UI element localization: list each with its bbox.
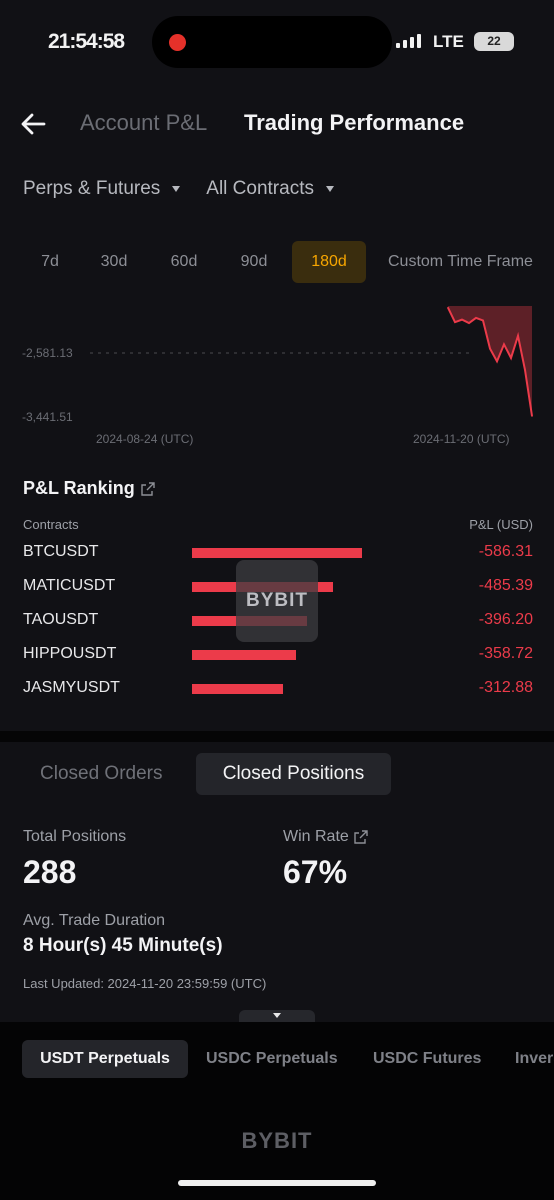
contract-name: HIPPOUSDT xyxy=(23,645,117,662)
chart-point xyxy=(468,322,470,324)
y-tick-label: -2,581.13 xyxy=(22,346,73,360)
pnl-bar xyxy=(192,684,283,694)
pnl-ranking-header: P&L Ranking xyxy=(23,478,533,499)
period-7d[interactable]: 7d xyxy=(22,241,78,283)
pnl-value: -396.20 xyxy=(478,611,533,628)
win-rate-label-row: Win Rate xyxy=(283,828,368,846)
bottom-panel: USDT Perpetuals USDC Perpetuals USDC Fut… xyxy=(0,1022,554,1200)
status-bar: 21:54:58 LTE 22 xyxy=(0,0,554,84)
contract-name: BTCUSDT xyxy=(23,543,99,560)
chart-point xyxy=(454,321,456,323)
avg-duration-value: 8 Hour(s) 45 Minute(s) xyxy=(23,935,223,956)
chart-point xyxy=(447,306,449,309)
pnl-bar xyxy=(192,650,296,660)
pnl-ranking-title: P&L Ranking xyxy=(23,478,135,498)
pnl-bar xyxy=(192,548,362,558)
total-positions-value: 288 xyxy=(23,854,77,890)
x-tick-label: 2024-11-20 (UTC) xyxy=(413,432,509,446)
contract-name: JASMYUSDT xyxy=(23,679,120,696)
chart-point xyxy=(503,343,505,346)
contract-name: TAOUSDT xyxy=(23,611,99,628)
contracts-column-header: Contracts xyxy=(23,517,79,532)
tab-closed-orders[interactable]: Closed Orders xyxy=(40,753,163,795)
back-arrow-icon[interactable] xyxy=(18,108,50,140)
contracts-filter-label: All Contracts xyxy=(206,178,314,199)
x-tick-label: 2024-08-24 (UTC) xyxy=(96,432,193,446)
tab-account-pnl[interactable]: Account P&L xyxy=(80,110,207,136)
tab-usdt-perpetuals[interactable]: USDT Perpetuals xyxy=(22,1040,188,1078)
tab-usdc-futures[interactable]: USDC Futures xyxy=(373,1040,481,1078)
external-link-icon[interactable] xyxy=(354,830,368,844)
chart-point xyxy=(489,347,491,350)
caret-down-icon xyxy=(172,186,181,192)
chart-point xyxy=(531,415,533,417)
y-tick-label: -3,441.51 xyxy=(22,410,73,424)
period-selector: 7d 30d 60d 90d 180d Custom Time Frame xyxy=(22,241,554,283)
period-custom[interactable]: Custom Time Frame xyxy=(388,241,554,283)
pnl-value: -586.31 xyxy=(478,543,533,560)
period-180d[interactable]: 180d xyxy=(292,241,366,283)
contracts-filter-dropdown[interactable]: All Contracts xyxy=(206,178,334,200)
bybit-footer-logo: BYBIT xyxy=(241,1128,313,1153)
pnl-column-header: P&L (USD) xyxy=(469,517,533,532)
caret-down-icon xyxy=(325,186,334,192)
win-rate-value: 67% xyxy=(283,854,348,890)
ranking-row[interactable]: JASMYUSDT -312.88 xyxy=(23,671,533,705)
carrier-label: LTE xyxy=(433,32,464,51)
tab-closed-positions[interactable]: Closed Positions xyxy=(196,753,391,795)
top-navigation: Account P&L Trading Performance xyxy=(0,100,554,146)
status-time: 21:54:58 xyxy=(48,30,125,53)
period-60d[interactable]: 60d xyxy=(154,241,214,283)
product-tabs: USDT Perpetuals USDC Perpetuals USDC Fut… xyxy=(22,1040,554,1078)
contract-name: MATICUSDT xyxy=(23,577,116,594)
pnl-chart: -2,581.13 -3,441.51 2024-08-24 (UTC) 202… xyxy=(22,306,533,446)
chart-point xyxy=(517,335,519,337)
filter-bar: Perps & Futures All Contracts xyxy=(23,178,334,200)
tab-usdc-perpetuals[interactable]: USDC Perpetuals xyxy=(206,1040,338,1078)
pnl-value: -485.39 xyxy=(478,577,533,594)
win-rate-block: Win Rate 67% xyxy=(283,828,368,891)
chart-area-fill xyxy=(448,306,532,416)
chart-point xyxy=(482,319,484,322)
chevron-down-icon xyxy=(273,1013,281,1018)
bybit-watermark: BYBIT xyxy=(236,560,318,642)
ranking-header-row: Contracts P&L (USD) xyxy=(23,517,533,535)
external-link-icon[interactable] xyxy=(140,481,155,496)
home-indicator[interactable] xyxy=(178,1180,376,1186)
period-90d[interactable]: 90d xyxy=(224,241,284,283)
chart-point xyxy=(524,369,526,371)
avg-duration-label: Avg. Trade Duration xyxy=(23,912,166,929)
battery-icon: 22 xyxy=(474,32,514,51)
chart-point xyxy=(461,318,463,321)
last-updated-text: Last Updated: 2024-11-20 23:59:59 (UTC) xyxy=(23,976,267,991)
pnl-value: -358.72 xyxy=(478,645,533,662)
signal-icon xyxy=(396,34,421,48)
ranking-row[interactable]: HIPPOUSDT -358.72 xyxy=(23,637,533,671)
total-positions-block: Total Positions 288 xyxy=(23,828,126,891)
chart-series xyxy=(447,306,533,417)
dynamic-island xyxy=(152,16,392,68)
product-filter-label: Perps & Futures xyxy=(23,178,161,199)
section-divider xyxy=(0,731,554,742)
product-filter-dropdown[interactable]: Perps & Futures xyxy=(23,178,181,200)
chart-point xyxy=(475,317,477,319)
chart-point xyxy=(510,357,512,359)
tab-inverse[interactable]: Inverse xyxy=(515,1040,554,1078)
pnl-value: -312.88 xyxy=(478,679,533,696)
chart-point xyxy=(496,360,498,363)
win-rate-label: Win Rate xyxy=(283,828,349,845)
total-positions-label: Total Positions xyxy=(23,828,127,845)
period-30d[interactable]: 30d xyxy=(84,241,144,283)
recording-dot-icon xyxy=(169,34,186,51)
tab-trading-performance[interactable]: Trading Performance xyxy=(244,110,464,136)
